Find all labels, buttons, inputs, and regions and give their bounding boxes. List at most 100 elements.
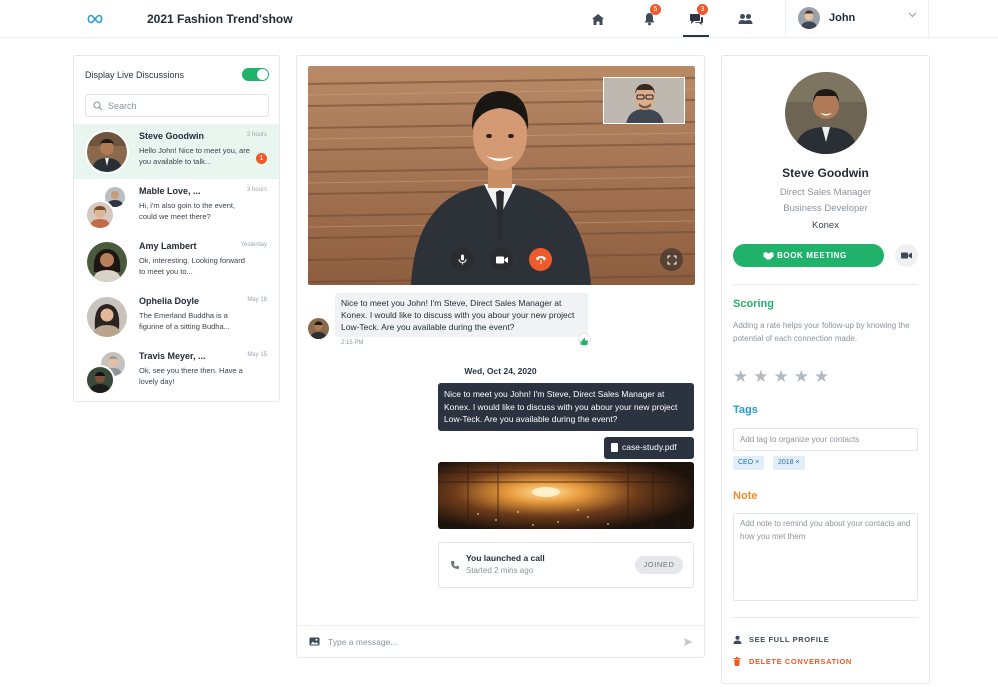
conversation-time: 2 hours (246, 132, 267, 138)
tag-input[interactable] (733, 428, 918, 451)
phone-hangup-icon (535, 255, 546, 264)
microphone-icon (458, 254, 467, 265)
book-meeting-button[interactable]: BOOK MEETING (733, 244, 884, 267)
file-name: case-study.pdf (622, 442, 677, 452)
divider (733, 284, 918, 285)
tag-chip[interactable]: 2018 × (773, 456, 805, 470)
chat-panel: Nice to meet you John! I'm Steve, Direct… (296, 55, 705, 658)
thumbs-up-icon (580, 337, 589, 345)
contact-role: Direct Sales Manager (779, 187, 872, 198)
conversation-preview: Ok, interesting. Looking forward to meet… (139, 256, 245, 276)
conversation-item[interactable]: Travis Meyer, ... May 15 Ok, see you the… (74, 344, 279, 399)
search-input[interactable] (108, 98, 263, 114)
notifications-badge: 5 (650, 4, 661, 15)
call-log-card: You launched a call Started 2 mins ago J… (438, 542, 694, 588)
image-attachment[interactable] (438, 462, 694, 529)
conversation-item[interactable]: Ophelia Doyle May 18 The Emerland Buddha… (74, 289, 279, 344)
conversation-item[interactable]: Steve Goodwin 2 hours Hello John! Nice t… (74, 124, 279, 179)
conversation-item[interactable]: Mable Love, ... 3 hours Hi, i'm also goi… (74, 179, 279, 234)
star-icon[interactable]: ★ (774, 368, 789, 386)
video-camera-icon (901, 252, 912, 259)
live-discussions-toggle[interactable] (242, 68, 269, 81)
top-bar: 2021 Fashion Trend'show 5 3 John (0, 0, 998, 38)
nav-notifications[interactable]: 5 (637, 4, 661, 30)
group-avatar (85, 185, 129, 230)
fullscreen-button[interactable] (660, 248, 683, 271)
home-icon (592, 13, 604, 25)
user-icon (733, 635, 742, 644)
self-view-video[interactable] (603, 77, 685, 124)
star-icon[interactable]: ★ (733, 368, 748, 386)
handshake-icon (763, 252, 774, 260)
trash-icon (733, 657, 741, 666)
end-call-button[interactable] (529, 248, 552, 271)
scoring-title: Scoring (733, 298, 774, 310)
app-title: 2021 Fashion Trend'show (147, 12, 293, 26)
send-icon[interactable] (683, 637, 693, 647)
call-subtitle: Started 2 mins ago (466, 566, 534, 575)
messages-badge: 3 (697, 4, 708, 15)
user-avatar (798, 7, 820, 29)
toggle-knob (257, 69, 268, 80)
user-name: John (829, 12, 856, 24)
people-icon (738, 14, 752, 24)
call-status-badge: JOINED (635, 556, 683, 574)
conversation-item[interactable]: Amy Lambert Yesterday Ok, interesting. L… (74, 234, 279, 289)
star-icon[interactable]: ★ (753, 368, 768, 386)
contact-company: Konex (812, 220, 839, 231)
see-full-profile-label: SEE FULL PROFILE (749, 635, 830, 644)
contact-name: Steve Goodwin (782, 166, 869, 180)
nav-active-indicator (683, 35, 709, 37)
rating-stars: ★ ★ ★ ★ ★ (733, 368, 829, 386)
call-title: You launched a call (466, 553, 545, 563)
message-time: 2:15 PM (341, 340, 364, 346)
tag-chip[interactable]: CEO × (733, 456, 765, 470)
user-menu[interactable]: John (785, 0, 929, 38)
video-call-button[interactable] (895, 244, 918, 267)
conversation-preview: Hello John! Nice to meet you, are you av… (139, 146, 250, 166)
nav-home[interactable] (586, 8, 610, 30)
scoring-description: Adding a rate helps your follow-up by kn… (733, 321, 910, 343)
conversation-time: May 15 (247, 352, 267, 358)
chevron-down-icon (908, 12, 917, 18)
note-textarea[interactable] (733, 513, 918, 601)
unread-badge: 1 (256, 153, 267, 164)
star-icon[interactable]: ★ (814, 368, 829, 386)
live-discussions-label: Display Live Discussions (85, 70, 185, 80)
avatar (85, 240, 129, 284)
video-call-view (308, 66, 695, 285)
image-upload-icon[interactable] (309, 637, 320, 646)
mute-button[interactable] (451, 248, 474, 271)
conversation-name: Amy Lambert (139, 241, 197, 251)
file-attachment[interactable]: case-study.pdf (604, 437, 694, 459)
contact-role-secondary: Business Developer (783, 203, 868, 214)
message-input[interactable] (328, 634, 658, 650)
phone-icon (451, 561, 459, 569)
fullscreen-icon (666, 254, 677, 265)
conversation-preview: Hi, i'm also goin to the event, could we… (139, 201, 236, 221)
group-avatar (85, 350, 129, 395)
delete-conversation-label: DELETE CONVERSATION (749, 657, 852, 666)
conversation-preview: The Emerland Buddha is a figurine of a s… (139, 311, 230, 331)
conversation-name: Mable Love, ... (139, 186, 201, 196)
conversation-name: Travis Meyer, ... (139, 351, 206, 361)
camera-toggle-button[interactable] (490, 248, 513, 271)
conversation-preview: Ok, see you there then. Have a lovely da… (139, 366, 243, 386)
file-icon (611, 443, 618, 452)
divider (733, 617, 918, 618)
book-meeting-label: BOOK MEETING (777, 251, 847, 260)
tags-title: Tags (733, 404, 758, 416)
avatar (85, 295, 129, 339)
search-box (85, 94, 269, 117)
conversation-time: May 18 (247, 297, 267, 303)
conversation-name: Steve Goodwin (139, 131, 205, 141)
star-icon[interactable]: ★ (794, 368, 809, 386)
outgoing-message: Nice to meet you John! I'm Steve, Direct… (438, 383, 694, 431)
nav-messages[interactable]: 3 (684, 4, 708, 30)
contact-avatar (785, 72, 867, 154)
contact-details-panel: Steve Goodwin Direct Sales Manager Busin… (721, 55, 930, 684)
sender-avatar (308, 318, 329, 339)
nav-contacts[interactable] (733, 8, 757, 30)
infinity-logo-icon[interactable] (86, 12, 104, 26)
conversation-name: Ophelia Doyle (139, 296, 200, 306)
